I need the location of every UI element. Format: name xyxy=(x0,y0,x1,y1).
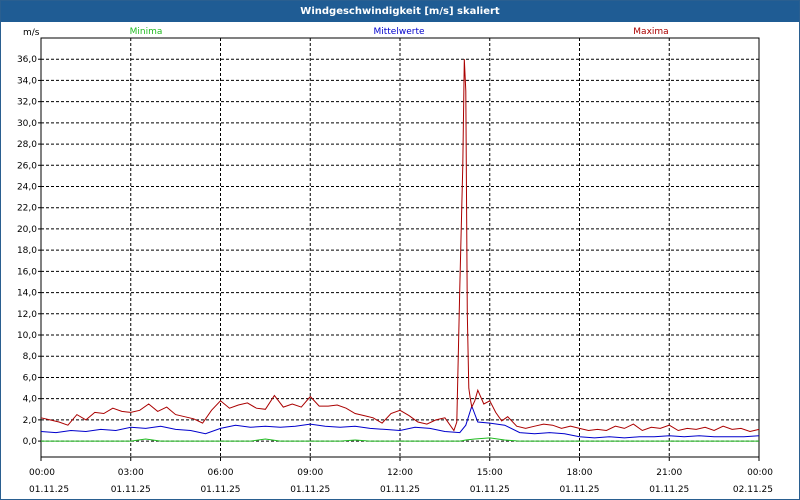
y-tick-label: 6,0 xyxy=(23,373,38,383)
x-tick-date-label: 01.11.25 xyxy=(111,485,151,495)
y-tick-label: 26,0 xyxy=(17,161,37,171)
y-tick-label: 2,0 xyxy=(23,416,38,426)
y-tick-label: 34,0 xyxy=(17,76,37,86)
y-tick-label: 12,0 xyxy=(17,310,37,320)
y-tick-label: 18,0 xyxy=(17,246,37,256)
chart: 0,0 2,0 4,0 6,0 8,0 10,0 12,0 14,0 16,0 18,0 20,0 2… xyxy=(17,27,773,495)
y-tick-label: 32,0 xyxy=(17,98,37,108)
y-tick-label: 36,0 xyxy=(17,55,37,65)
legend-mittelwerte: Mittelwerte xyxy=(373,27,424,37)
chart-window: Windgeschwindigkeit [m/s] skaliert 0,0 2,… xyxy=(0,0,800,500)
legend-minima: Minima xyxy=(130,27,163,37)
x-tick-time-label: 00:00 xyxy=(747,468,773,478)
x-tick-time-label: 15:00 xyxy=(477,468,503,478)
y-tick-label: 24,0 xyxy=(17,183,37,193)
y-tick-label: 0,0 xyxy=(23,437,38,447)
y-axis-unit-label: m/s xyxy=(23,28,40,38)
window-title: Windgeschwindigkeit [m/s] skaliert xyxy=(1,1,799,22)
x-tick-date-label: 02.11.25 xyxy=(733,485,773,495)
x-tick-date-label: 01.11.25 xyxy=(380,485,420,495)
x-tick-date-label: 01.11.25 xyxy=(29,485,69,495)
x-tick-time-label: 03:00 xyxy=(118,468,144,478)
y-tick-label: 30,0 xyxy=(17,119,37,129)
x-tick-date-label: 01.11.25 xyxy=(200,485,240,495)
x-tick-time-label: 18:00 xyxy=(567,468,593,478)
y-tick-label: 8,0 xyxy=(23,352,38,362)
y-tick-label: 4,0 xyxy=(23,395,38,405)
x-tick-time-label: 12:00 xyxy=(387,468,413,478)
legend-maxima: Maxima xyxy=(633,27,668,37)
x-tick-time-label: 00:00 xyxy=(29,468,55,478)
x-tick-time-label: 06:00 xyxy=(208,468,234,478)
x-tick-time-label: 09:00 xyxy=(297,468,323,478)
x-tick-time-label: 21:00 xyxy=(656,468,682,478)
y-tick-label: 20,0 xyxy=(17,225,37,235)
x-tick-date-label: 01.11.25 xyxy=(470,485,510,495)
y-tick-label: 10,0 xyxy=(17,331,37,341)
x-tick-date-label: 01.11.25 xyxy=(559,485,599,495)
y-tick-label: 28,0 xyxy=(17,140,37,150)
y-tick-label: 14,0 xyxy=(17,289,37,299)
x-tick-date-label: 01.11.25 xyxy=(290,485,330,495)
x-tick-date-label: 01.11.25 xyxy=(649,485,689,495)
y-tick-label: 22,0 xyxy=(17,204,37,214)
y-tick-label: 16,0 xyxy=(17,267,37,277)
